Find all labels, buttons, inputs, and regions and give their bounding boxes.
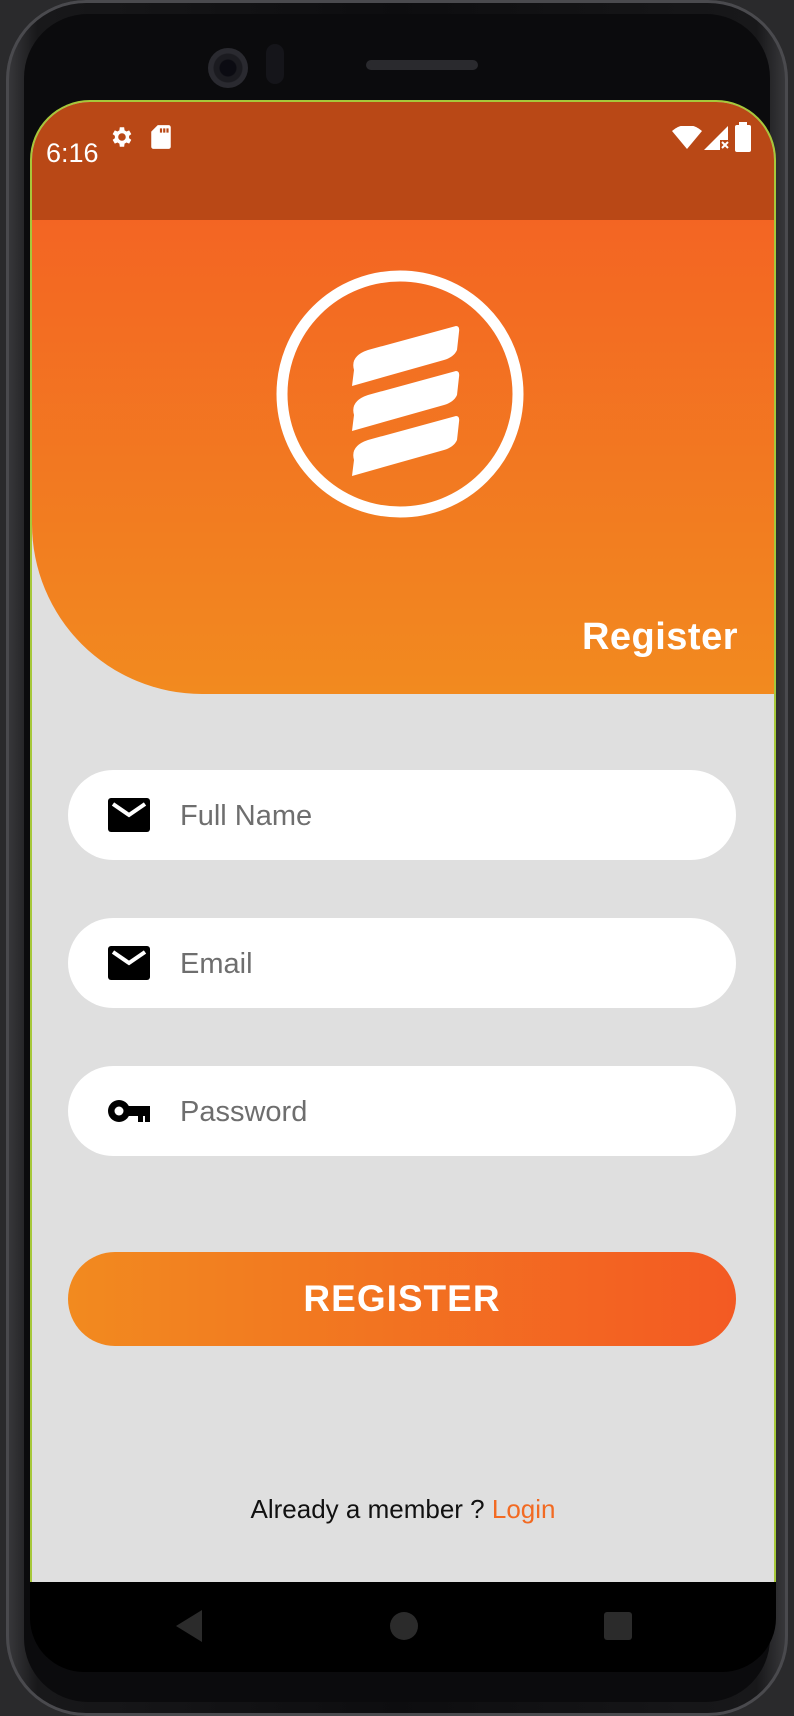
mail-icon (108, 946, 150, 980)
full-name-input[interactable] (178, 770, 702, 862)
login-prompt-text: Already a member ? (250, 1494, 485, 1524)
home-icon[interactable] (384, 1606, 424, 1646)
battery-icon (735, 122, 751, 152)
register-button[interactable]: REGISTER (68, 1252, 736, 1346)
recents-icon[interactable] (598, 1606, 638, 1646)
status-time: 6:16 (46, 138, 99, 168)
password-field[interactable] (68, 1066, 736, 1158)
wifi-icon (672, 126, 702, 149)
cell-signal-icon (704, 126, 729, 150)
mail-icon (108, 798, 150, 832)
navigation-bar (30, 1582, 776, 1672)
status-bar: 6:16 (32, 102, 774, 220)
app-screen: 6:16 Register Full Name Email REGISTER A… (30, 100, 776, 1582)
register-header: Register (32, 220, 774, 694)
page-title: Register (581, 616, 738, 658)
sd-card-icon (151, 125, 171, 149)
settings-gear-icon (112, 127, 132, 147)
login-link[interactable]: Login (492, 1494, 556, 1524)
email-input[interactable] (178, 918, 702, 1010)
password-input[interactable] (178, 1066, 702, 1158)
login-prompt: Already a member ? Login (32, 1494, 774, 1525)
full-name-field[interactable] (68, 770, 736, 862)
earpiece-speaker (366, 60, 478, 70)
front-camera (208, 48, 248, 88)
proximity-sensor (266, 44, 284, 84)
back-icon[interactable] (170, 1606, 210, 1646)
brand-logo-icon (276, 270, 524, 518)
email-field[interactable] (68, 918, 736, 1010)
key-icon (108, 1100, 150, 1122)
